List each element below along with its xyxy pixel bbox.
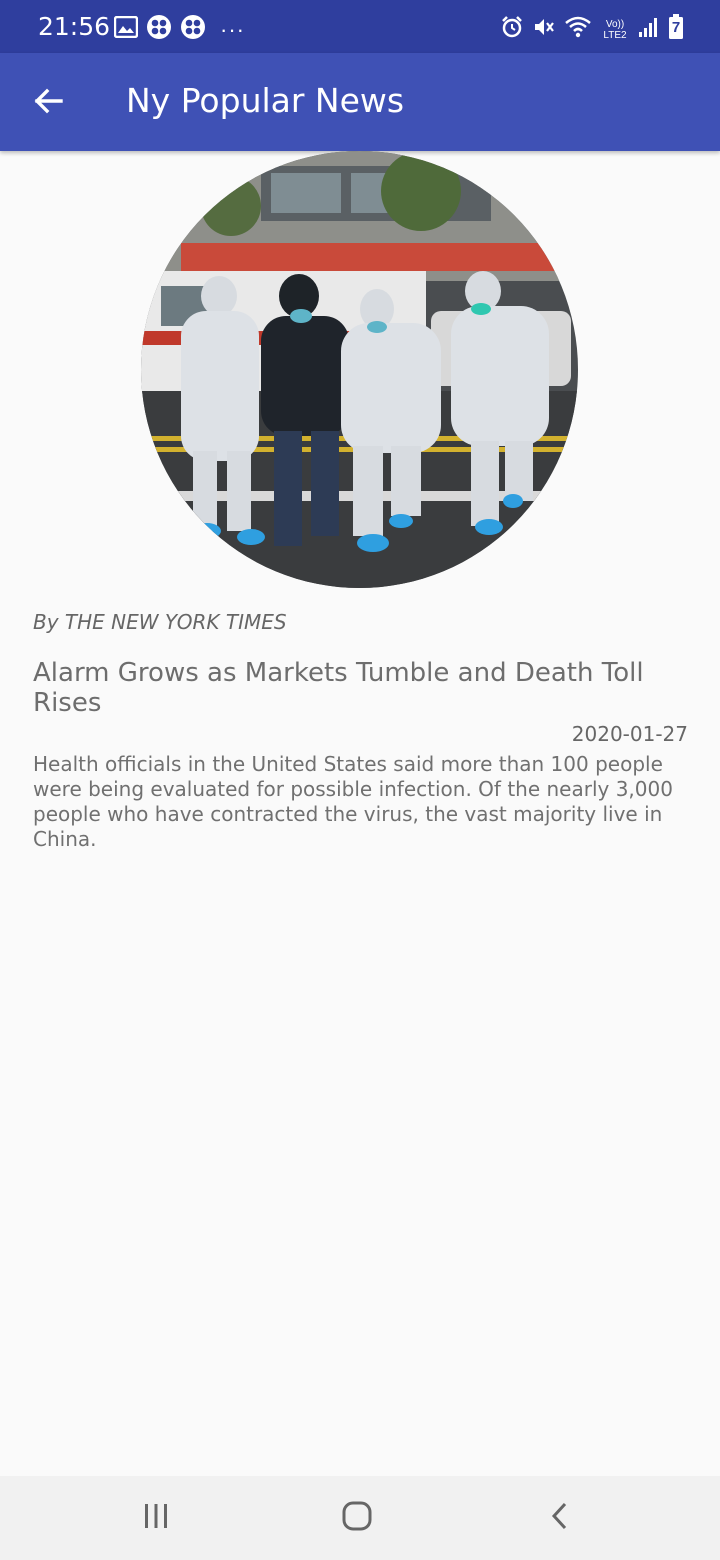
signal-icon xyxy=(638,16,660,43)
battery-level: 7 xyxy=(671,19,681,36)
gallery-icon xyxy=(113,15,139,43)
system-icons: Vo)) LTE2 7 xyxy=(500,14,684,45)
page-title: Ny Popular News xyxy=(126,81,405,120)
recent-apps-icon xyxy=(141,1501,171,1536)
app-notification-icon xyxy=(146,14,172,45)
recent-apps-button[interactable] xyxy=(126,1490,186,1546)
article-image xyxy=(141,151,578,588)
back-button[interactable] xyxy=(22,77,74,129)
status-bar: 21:56 ··· Vo)) LTE2 7 xyxy=(0,0,720,53)
navigation-bar xyxy=(0,1476,720,1560)
article-title: Alarm Grows as Markets Tumble and Death … xyxy=(33,658,644,718)
article-abstract: Health officials in the United States sa… xyxy=(33,752,673,851)
home-icon xyxy=(341,1500,373,1537)
app-notification-icon xyxy=(180,14,206,45)
wifi-icon xyxy=(564,15,592,44)
nav-back-button[interactable] xyxy=(530,1490,590,1546)
status-time: 21:56 xyxy=(38,12,111,41)
arrow-back-icon xyxy=(32,85,64,122)
more-notifications-icon: ··· xyxy=(220,16,245,42)
network-label: Vo)) LTE2 xyxy=(603,18,627,41)
alarm-icon xyxy=(500,15,524,44)
mute-icon xyxy=(532,15,556,44)
back-icon xyxy=(545,1501,575,1536)
article-byline: By THE NEW YORK TIMES xyxy=(33,610,287,634)
notification-icons: ··· xyxy=(113,14,245,45)
home-button[interactable] xyxy=(327,1490,387,1546)
battery-icon: 7 xyxy=(668,14,684,45)
app-bar: Ny Popular News xyxy=(0,53,720,151)
article-date: 2020-01-27 xyxy=(571,722,688,746)
